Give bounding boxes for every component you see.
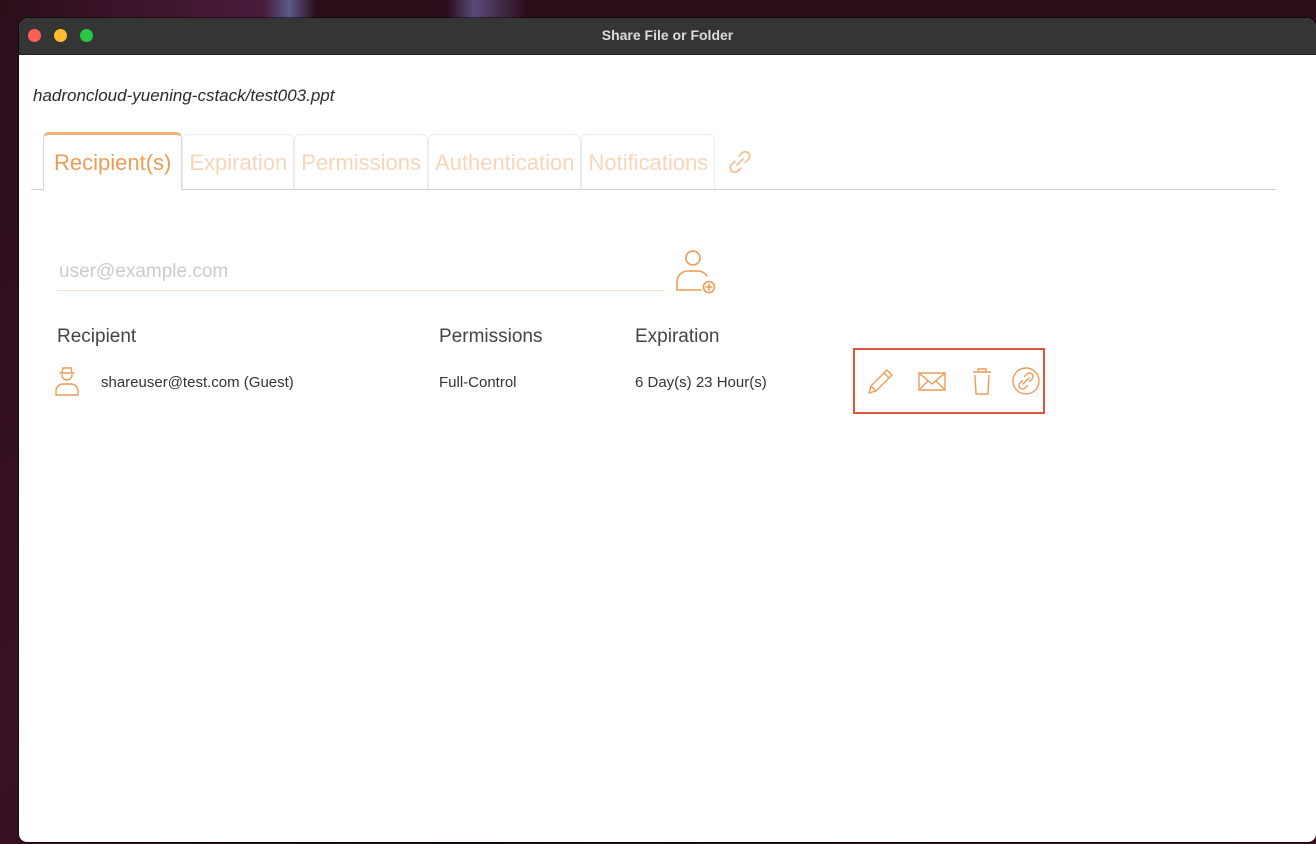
window-title: Share File or Folder [601,27,734,43]
column-header-permissions: Permissions [439,326,543,347]
tab-recipients[interactable]: Recipient(s) [43,132,183,190]
column-header-expiration: Expiration [635,326,720,347]
guest-user-icon [53,365,81,397]
tab-authentication[interactable]: Authentication [428,134,582,190]
file-path: hadroncloud-yuening-cstack/test003.ppt [33,86,335,105]
tab-notifications[interactable]: Notifications [581,134,716,190]
recipient-email-input[interactable] [57,254,664,291]
link-icon [729,150,751,174]
delete-recipient-button[interactable] [965,364,999,398]
desktop-wallpaper [0,0,1316,20]
copy-link-button[interactable] [1009,364,1043,398]
add-recipient-button[interactable] [671,246,721,296]
trash-icon [973,368,991,395]
recipient-permissions: Full-Control [439,374,517,391]
title-bar[interactable]: Share File or Folder [19,18,1316,55]
tab-link[interactable] [715,134,765,190]
email-recipient-button[interactable] [915,364,949,398]
pencil-icon [868,369,893,394]
recipient-actions-highlight [853,348,1045,414]
recipient-email: shareuser@test.com (Guest) [101,374,294,391]
tab-expiration[interactable]: Expiration [182,134,295,190]
add-user-icon [676,250,716,294]
tab-bar: Recipient(s) Expiration Permissions Auth… [43,132,765,190]
link-circle-icon [1012,367,1040,395]
edit-recipient-button[interactable] [863,364,897,398]
recipient-expiration: 6 Day(s) 23 Hour(s) [635,374,767,391]
tab-divider [31,189,1276,190]
envelope-icon [918,372,946,391]
tab-permissions[interactable]: Permissions [294,134,429,190]
share-dialog-window: Share File or Folder hadroncloud-yuening… [19,18,1316,842]
column-header-recipient: Recipient [57,326,137,347]
